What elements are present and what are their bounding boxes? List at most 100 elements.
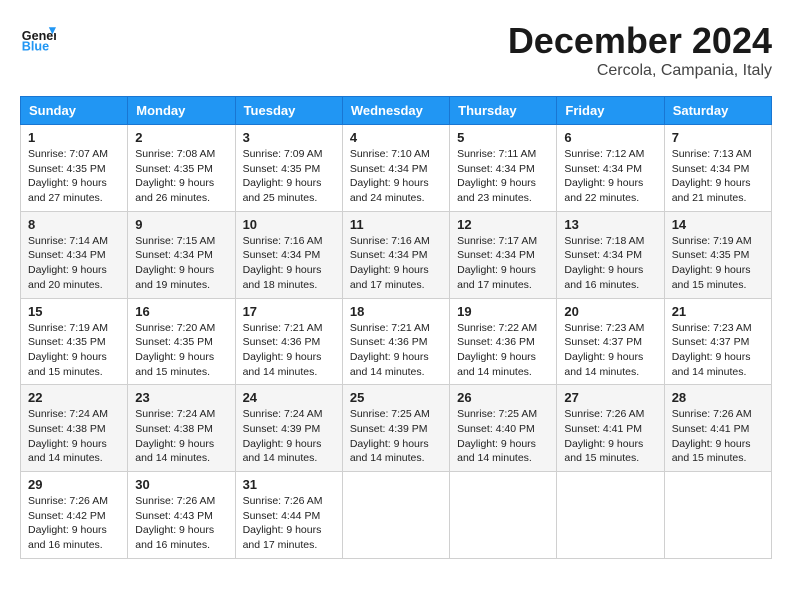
day-cell-4: 4 Sunrise: 7:10 AMSunset: 4:34 PMDaylight… [342, 125, 449, 212]
day-number: 10 [243, 217, 335, 232]
day-cell-14: 14 Sunrise: 7:19 AMSunset: 4:35 PMDayligh… [664, 211, 771, 298]
day-number: 1 [28, 130, 120, 145]
calendar-week-4: 22 Sunrise: 7:24 AMSunset: 4:38 PMDayligh… [21, 385, 772, 472]
day-info: Sunrise: 7:24 AMSunset: 4:38 PMDaylight:… [28, 407, 120, 466]
day-number: 2 [135, 130, 227, 145]
empty-cell [342, 472, 449, 559]
day-cell-9: 9 Sunrise: 7:15 AMSunset: 4:34 PMDaylight… [128, 211, 235, 298]
page-header: General Blue December 2024 Cercola, Camp… [20, 20, 772, 80]
empty-cell [450, 472, 557, 559]
day-number: 8 [28, 217, 120, 232]
day-info: Sunrise: 7:07 AMSunset: 4:35 PMDaylight:… [28, 147, 120, 206]
day-cell-20: 20 Sunrise: 7:23 AMSunset: 4:37 PMDayligh… [557, 298, 664, 385]
day-cell-22: 22 Sunrise: 7:24 AMSunset: 4:38 PMDayligh… [21, 385, 128, 472]
day-info: Sunrise: 7:19 AMSunset: 4:35 PMDaylight:… [28, 321, 120, 380]
day-number: 12 [457, 217, 549, 232]
day-number: 13 [564, 217, 656, 232]
day-cell-23: 23 Sunrise: 7:24 AMSunset: 4:38 PMDayligh… [128, 385, 235, 472]
empty-cell [557, 472, 664, 559]
day-number: 22 [28, 390, 120, 405]
day-cell-21: 21 Sunrise: 7:23 AMSunset: 4:37 PMDayligh… [664, 298, 771, 385]
day-cell-19: 19 Sunrise: 7:22 AMSunset: 4:36 PMDayligh… [450, 298, 557, 385]
day-number: 4 [350, 130, 442, 145]
day-info: Sunrise: 7:26 AMSunset: 4:41 PMDaylight:… [564, 407, 656, 466]
day-info: Sunrise: 7:09 AMSunset: 4:35 PMDaylight:… [243, 147, 335, 206]
day-cell-2: 2 Sunrise: 7:08 AMSunset: 4:35 PMDaylight… [128, 125, 235, 212]
day-info: Sunrise: 7:16 AMSunset: 4:34 PMDaylight:… [243, 234, 335, 293]
logo-icon: General Blue [20, 20, 56, 56]
calendar-week-2: 8 Sunrise: 7:14 AMSunset: 4:34 PMDaylight… [21, 211, 772, 298]
day-info: Sunrise: 7:25 AMSunset: 4:40 PMDaylight:… [457, 407, 549, 466]
day-info: Sunrise: 7:10 AMSunset: 4:34 PMDaylight:… [350, 147, 442, 206]
calendar-week-1: 1 Sunrise: 7:07 AMSunset: 4:35 PMDaylight… [21, 125, 772, 212]
day-number: 21 [672, 304, 764, 319]
day-cell-31: 31 Sunrise: 7:26 AMSunset: 4:44 PMDayligh… [235, 472, 342, 559]
day-info: Sunrise: 7:26 AMSunset: 4:42 PMDaylight:… [28, 494, 120, 553]
day-info: Sunrise: 7:26 AMSunset: 4:41 PMDaylight:… [672, 407, 764, 466]
day-number: 27 [564, 390, 656, 405]
calendar-table: SundayMondayTuesdayWednesdayThursdayFrid… [20, 96, 772, 559]
day-cell-15: 15 Sunrise: 7:19 AMSunset: 4:35 PMDayligh… [21, 298, 128, 385]
day-number: 14 [672, 217, 764, 232]
month-title: December 2024 [508, 20, 772, 62]
day-number: 19 [457, 304, 549, 319]
day-info: Sunrise: 7:21 AMSunset: 4:36 PMDaylight:… [243, 321, 335, 380]
day-info: Sunrise: 7:26 AMSunset: 4:43 PMDaylight:… [135, 494, 227, 553]
day-number: 26 [457, 390, 549, 405]
location: Cercola, Campania, Italy [508, 62, 772, 80]
day-cell-30: 30Sunrise: 7:26 AMSunset: 4:43 PMDayligh… [128, 472, 235, 559]
day-number: 18 [350, 304, 442, 319]
empty-cell [664, 472, 771, 559]
day-info: Sunrise: 7:20 AMSunset: 4:35 PMDaylight:… [135, 321, 227, 380]
day-cell-26: 26 Sunrise: 7:25 AMSunset: 4:40 PMDayligh… [450, 385, 557, 472]
day-number: 17 [243, 304, 335, 319]
day-info: Sunrise: 7:15 AMSunset: 4:34 PMDaylight:… [135, 234, 227, 293]
day-cell-24: 24Sunrise: 7:24 AMSunset: 4:39 PMDayligh… [235, 385, 342, 472]
title-block: December 2024 Cercola, Campania, Italy [508, 20, 772, 80]
day-cell-7: 7Sunrise: 7:13 AMSunset: 4:34 PMDaylight… [664, 125, 771, 212]
day-cell-13: 13 Sunrise: 7:18 AMSunset: 4:34 PMDayligh… [557, 211, 664, 298]
day-cell-27: 27 Sunrise: 7:26 AMSunset: 4:41 PMDayligh… [557, 385, 664, 472]
day-info: Sunrise: 7:17 AMSunset: 4:34 PMDaylight:… [457, 234, 549, 293]
day-number: 29 [28, 477, 120, 492]
day-info: Sunrise: 7:08 AMSunset: 4:35 PMDaylight:… [135, 147, 227, 206]
day-cell-6: 6Sunrise: 7:12 AMSunset: 4:34 PMDaylight… [557, 125, 664, 212]
day-header-thursday: Thursday [450, 97, 557, 125]
day-info: Sunrise: 7:21 AMSunset: 4:36 PMDaylight:… [350, 321, 442, 380]
logo: General Blue [20, 20, 60, 56]
day-number: 25 [350, 390, 442, 405]
day-header-wednesday: Wednesday [342, 97, 449, 125]
calendar-week-5: 29 Sunrise: 7:26 AMSunset: 4:42 PMDayligh… [21, 472, 772, 559]
day-info: Sunrise: 7:19 AMSunset: 4:35 PMDaylight:… [672, 234, 764, 293]
day-number: 9 [135, 217, 227, 232]
day-cell-8: 8 Sunrise: 7:14 AMSunset: 4:34 PMDaylight… [21, 211, 128, 298]
day-number: 7 [672, 130, 764, 145]
day-number: 28 [672, 390, 764, 405]
day-number: 3 [243, 130, 335, 145]
day-cell-28: 28 Sunrise: 7:26 AMSunset: 4:41 PMDayligh… [664, 385, 771, 472]
day-header-friday: Friday [557, 97, 664, 125]
day-number: 16 [135, 304, 227, 319]
day-info: Sunrise: 7:14 AMSunset: 4:34 PMDaylight:… [28, 234, 120, 293]
day-number: 20 [564, 304, 656, 319]
day-cell-11: 11 Sunrise: 7:16 AMSunset: 4:34 PMDayligh… [342, 211, 449, 298]
day-number: 31 [243, 477, 335, 492]
day-info: Sunrise: 7:16 AMSunset: 4:34 PMDaylight:… [350, 234, 442, 293]
day-number: 23 [135, 390, 227, 405]
day-cell-10: 10 Sunrise: 7:16 AMSunset: 4:34 PMDayligh… [235, 211, 342, 298]
day-cell-5: 5Sunrise: 7:11 AMSunset: 4:34 PMDaylight… [450, 125, 557, 212]
day-number: 15 [28, 304, 120, 319]
day-cell-16: 16 Sunrise: 7:20 AMSunset: 4:35 PMDayligh… [128, 298, 235, 385]
day-number: 11 [350, 217, 442, 232]
day-header-saturday: Saturday [664, 97, 771, 125]
day-cell-17: 17 Sunrise: 7:21 AMSunset: 4:36 PMDayligh… [235, 298, 342, 385]
calendar-week-3: 15 Sunrise: 7:19 AMSunset: 4:35 PMDayligh… [21, 298, 772, 385]
day-info: Sunrise: 7:26 AMSunset: 4:44 PMDaylight:… [243, 494, 335, 553]
day-info: Sunrise: 7:23 AMSunset: 4:37 PMDaylight:… [672, 321, 764, 380]
day-info: Sunrise: 7:22 AMSunset: 4:36 PMDaylight:… [457, 321, 549, 380]
day-info: Sunrise: 7:12 AMSunset: 4:34 PMDaylight:… [564, 147, 656, 206]
day-info: Sunrise: 7:18 AMSunset: 4:34 PMDaylight:… [564, 234, 656, 293]
day-info: Sunrise: 7:23 AMSunset: 4:37 PMDaylight:… [564, 321, 656, 380]
day-cell-29: 29 Sunrise: 7:26 AMSunset: 4:42 PMDayligh… [21, 472, 128, 559]
day-info: Sunrise: 7:24 AMSunset: 4:38 PMDaylight:… [135, 407, 227, 466]
